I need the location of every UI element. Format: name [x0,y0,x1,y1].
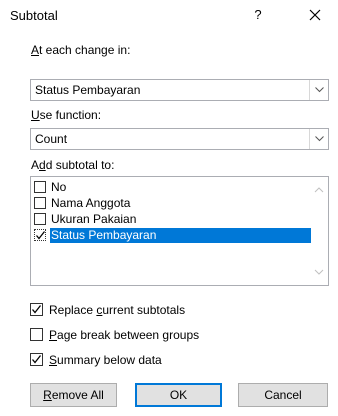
at-each-change-value: Status Pembayaran [35,83,141,97]
chevron-up-icon [314,187,324,193]
help-button[interactable]: ? [246,4,270,26]
add-subtotal-listbox[interactable]: No Nama Anggota Ukuran Pakaian Status Pe… [30,176,329,286]
chevron-down-icon [315,87,324,93]
checkmark-icon [36,231,46,240]
dialog-title: Subtotal [10,8,58,23]
use-function-select[interactable]: Count [30,128,329,150]
option-label: Replace current subtotals [49,303,186,317]
checkbox[interactable] [34,197,46,209]
close-icon [309,9,321,21]
subtotal-dialog: Subtotal ? At each change in: Status Pem… [0,0,338,416]
ok-button[interactable]: OK [135,383,222,407]
checkmark-icon [32,355,42,364]
remove-all-button[interactable]: Remove All [30,383,117,407]
list-item[interactable]: No [33,180,311,195]
use-function-label: Use function: [31,108,102,122]
chevron-down-icon [315,136,324,142]
scroll-down-button[interactable] [312,265,326,279]
checkbox-checked[interactable] [30,303,43,316]
checkbox[interactable] [30,328,43,341]
list-item[interactable]: Ukuran Pakaian [33,212,311,227]
at-each-change-label: At each change in: [31,43,131,57]
list-item[interactable]: Nama Anggota [33,196,311,211]
add-subtotal-label: Add subtotal to: [31,158,115,172]
chevron-down-icon [314,269,324,275]
title-bar: Subtotal ? [0,0,338,30]
checkbox-checked[interactable] [34,229,46,241]
list-item-selected[interactable]: Status Pembayaran [33,228,311,243]
dropdown-button[interactable] [309,129,328,149]
option-label: Summary below data [49,353,162,367]
use-function-value: Count [35,132,68,146]
dropdown-button[interactable] [309,80,328,100]
cancel-button[interactable]: Cancel [238,383,328,407]
checkbox[interactable] [34,213,46,225]
option-label: Page break between groups [49,328,200,342]
checkmark-icon [32,305,42,314]
checkbox[interactable] [34,181,46,193]
scroll-up-button[interactable] [312,183,326,197]
at-each-change-select[interactable]: Status Pembayaran [30,79,329,101]
close-button[interactable] [302,4,328,26]
checkbox-checked[interactable] [30,353,43,366]
